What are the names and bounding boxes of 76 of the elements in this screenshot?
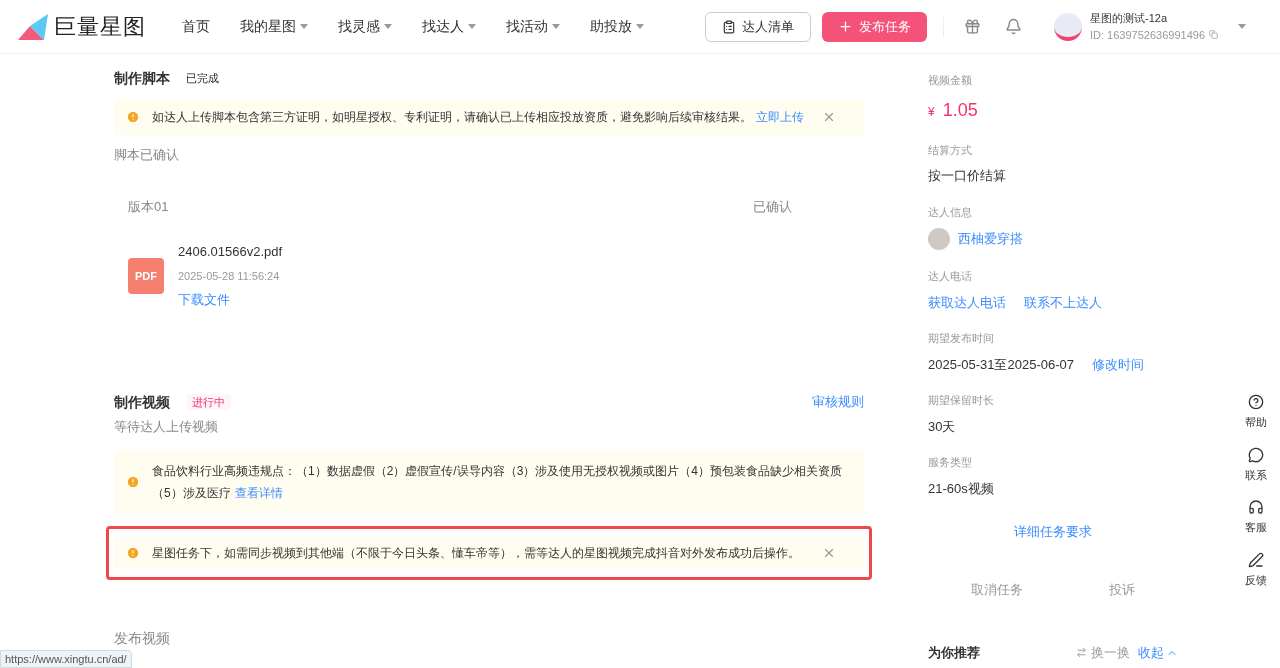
creator-list-button[interactable]: 达人清单 [705,11,811,42]
edit-icon [1248,551,1264,568]
collapse-button[interactable]: 收起 [1138,643,1178,663]
pdf-file-icon: PDF [128,257,164,294]
section-title: 制作脚本 [114,69,170,88]
status-url: https://www.xingtu.cn/ad/ [0,649,132,668]
nav-item[interactable]: 找活动 [506,16,561,37]
section-title: 发布视频 [114,629,171,648]
review-rules-link[interactable]: 审核规则 [812,392,864,412]
publish-task-button[interactable]: 发布任务 [822,11,927,42]
logo-text: 巨量星图 [54,13,147,41]
status-tag: 进行中 [186,393,231,411]
warning-icon [126,475,140,489]
notice-link[interactable]: 查看详情 [234,486,283,500]
bell-icon[interactable] [1005,18,1022,35]
task-details-link[interactable]: 详细任务要求 [928,522,1178,542]
phone-link[interactable]: 联系不上达人 [1024,292,1102,312]
file-name: 2406.01566v2.pdf [178,243,283,261]
action-button[interactable]: 投诉 [1109,579,1135,599]
nav-item[interactable]: 找灵感 [338,16,393,37]
warning-icon [126,110,140,124]
close-icon[interactable] [822,110,836,124]
chat-icon [1248,446,1264,463]
version-label: 版本01 [128,197,169,216]
section-subtitle: 等待达人上传视频 [114,417,219,436]
field-label: 服务类型 [928,455,973,470]
file-time: 2025-05-28 11:56:24 [178,268,281,284]
nav-item[interactable]: 我的星图 [240,16,309,37]
version-status: 已确认 [753,197,792,216]
field-label: 视频金额 [928,73,973,88]
toolbar-button[interactable]: 客服 [1245,499,1267,536]
field-value: 2025-05-31至2025-06-07 [928,355,1074,374]
field-label: 达人信息 [928,204,973,220]
field-label: 达人电话 [928,269,973,284]
toolbar-button[interactable]: 反馈 [1245,551,1267,588]
help-icon [1248,394,1264,410]
creator-name-link[interactable]: 西柚爱穿搭 [958,229,1023,249]
field-value: 30天 [928,417,957,436]
toolbar-button[interactable]: 联系 [1245,446,1267,483]
status-tag: 已完成 [186,70,219,87]
user-avatar[interactable] [1054,12,1082,41]
logo-icon [18,13,48,40]
creator-avatar [928,228,950,250]
toolbar-button[interactable]: 帮助 [1245,394,1267,431]
copy-icon[interactable] [1209,30,1218,40]
action-button[interactable]: 取消任务 [971,579,1023,599]
notice-text: 星图任务下，如需同步视频到其他端（不限于今日头条、懂车帝等），需等达人的星图视频完成抖音对外发布成功后操作。 [152,545,801,562]
gift-icon[interactable] [964,18,981,35]
caret-icon[interactable] [1238,24,1246,29]
close-icon[interactable] [822,546,836,560]
plus-icon [838,19,853,34]
warning-icon [126,546,140,560]
user-id: ID: 1639752636991496 [1090,27,1205,43]
user-name: 星图的测试-12a [1090,11,1169,26]
nav-item[interactable]: 首页 [182,16,211,37]
notice-text: 食品饮料行业高频违规点：（1）数据虚假（2）虚假宣传/误导内容（3）涉及使用无授权视频或图片（4）预包装食品缺少相关资质（5）涉及医疗 查看详情 [152,463,844,502]
swap-icon [1076,647,1087,659]
recommend-title: 为你推荐 [928,644,981,662]
section-title: 制作视频 [114,392,170,412]
nav-item[interactable]: 找达人 [422,16,477,37]
edit-time-link[interactable]: 修改时间 [1092,354,1144,374]
notice-link[interactable]: 立即上传 [756,110,804,124]
currency-symbol: ¥ [928,103,935,121]
notice-text: 如达人上传脚本包含第三方证明，如明星授权、专利证明，请确认已上传相应投放资质，避免影响后续审核结果。 立即上传 [152,109,805,126]
field-label: 结算方式 [928,142,973,158]
section-subtitle: 脚本已确认 [114,146,180,164]
field-label: 期望保留时长 [928,393,995,408]
price-value: 1.05 [942,98,978,122]
nav-item[interactable]: 助投放 [590,16,645,37]
download-link[interactable]: 下载文件 [178,290,283,310]
field-label: 期望发布时间 [928,331,995,346]
field-value: 21-60s视频 [928,479,995,498]
headset-icon [1248,499,1264,515]
phone-link[interactable]: 获取达人电话 [928,292,1006,312]
field-value: 按一口价结算 [928,167,1007,185]
clipboard-icon [722,19,736,34]
